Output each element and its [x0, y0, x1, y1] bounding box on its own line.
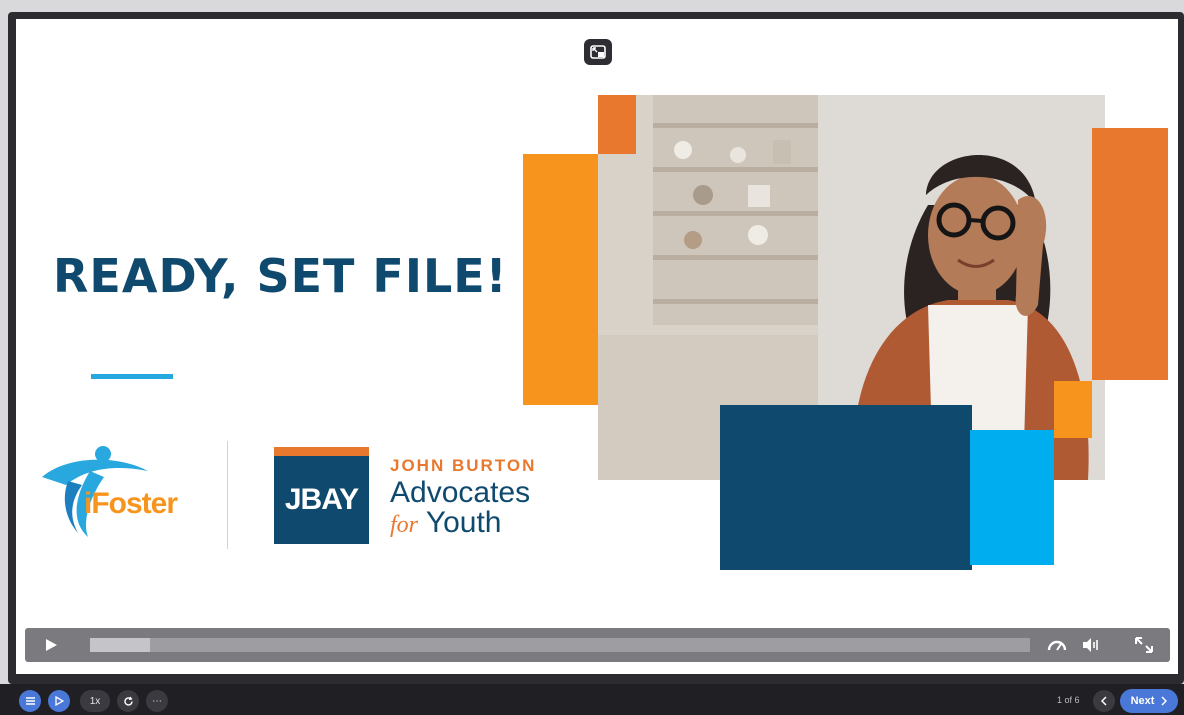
picture-in-picture-icon	[590, 45, 606, 59]
chevron-right-icon	[1161, 696, 1168, 706]
navy-block	[720, 405, 972, 570]
page-indicator: 1 of 6	[1057, 695, 1080, 705]
sky-blue-block	[970, 430, 1054, 565]
more-icon: ⋯	[152, 695, 162, 707]
menu-list-icon	[25, 697, 35, 705]
previous-button[interactable]	[1093, 690, 1115, 712]
replay-button[interactable]	[117, 690, 139, 712]
chevron-left-icon	[1100, 696, 1107, 706]
orange-block-left	[523, 154, 598, 405]
fullscreen-icon[interactable]	[1133, 635, 1155, 655]
jbay-youth: Youth	[425, 506, 502, 539]
play-circle-icon	[55, 696, 64, 706]
next-label: Next	[1130, 695, 1155, 707]
ifoster-logo: iFoster	[38, 441, 210, 541]
orange-block-top	[598, 95, 636, 154]
jbay-line-advocates: Advocates	[390, 476, 531, 509]
play-icon[interactable]	[43, 637, 59, 653]
more-button[interactable]: ⋯	[146, 690, 168, 712]
jbay-for: for	[390, 512, 419, 538]
jbay-line-john-burton: JOHN BURTON	[390, 456, 537, 475]
jbay-line-for-youth: for Youth	[390, 508, 536, 540]
orange-block-right	[1092, 128, 1168, 380]
jbay-logo-box: JBAY	[274, 447, 369, 544]
menu-button[interactable]	[19, 690, 41, 712]
orange-block-small	[1054, 381, 1092, 438]
logo-divider	[227, 441, 228, 549]
player-control-bar	[25, 628, 1170, 662]
slide-canvas: READY, SET FILE! iFoster JBAY JOHN BURTO…	[16, 19, 1178, 674]
speedometer-icon[interactable]	[1046, 635, 1068, 655]
playback-speed-button[interactable]: 1x	[80, 690, 110, 712]
bottom-toolbar: 1x ⋯ 1 of 6 Next	[0, 684, 1184, 715]
replay-icon	[123, 696, 133, 706]
seek-bar-fill	[90, 638, 151, 652]
slide-title: READY, SET FILE!	[53, 249, 508, 303]
volume-icon[interactable]	[1080, 635, 1102, 655]
seek-bar[interactable]	[90, 638, 1030, 652]
picture-in-picture-button[interactable]	[584, 39, 612, 65]
ifoster-wordmark: iFoster	[84, 487, 178, 520]
next-button[interactable]: Next	[1120, 689, 1178, 713]
jbay-wordmark: JOHN BURTON Advocates for Youth	[390, 456, 536, 540]
autoplay-button[interactable]	[48, 690, 70, 712]
title-accent-line	[91, 374, 173, 379]
